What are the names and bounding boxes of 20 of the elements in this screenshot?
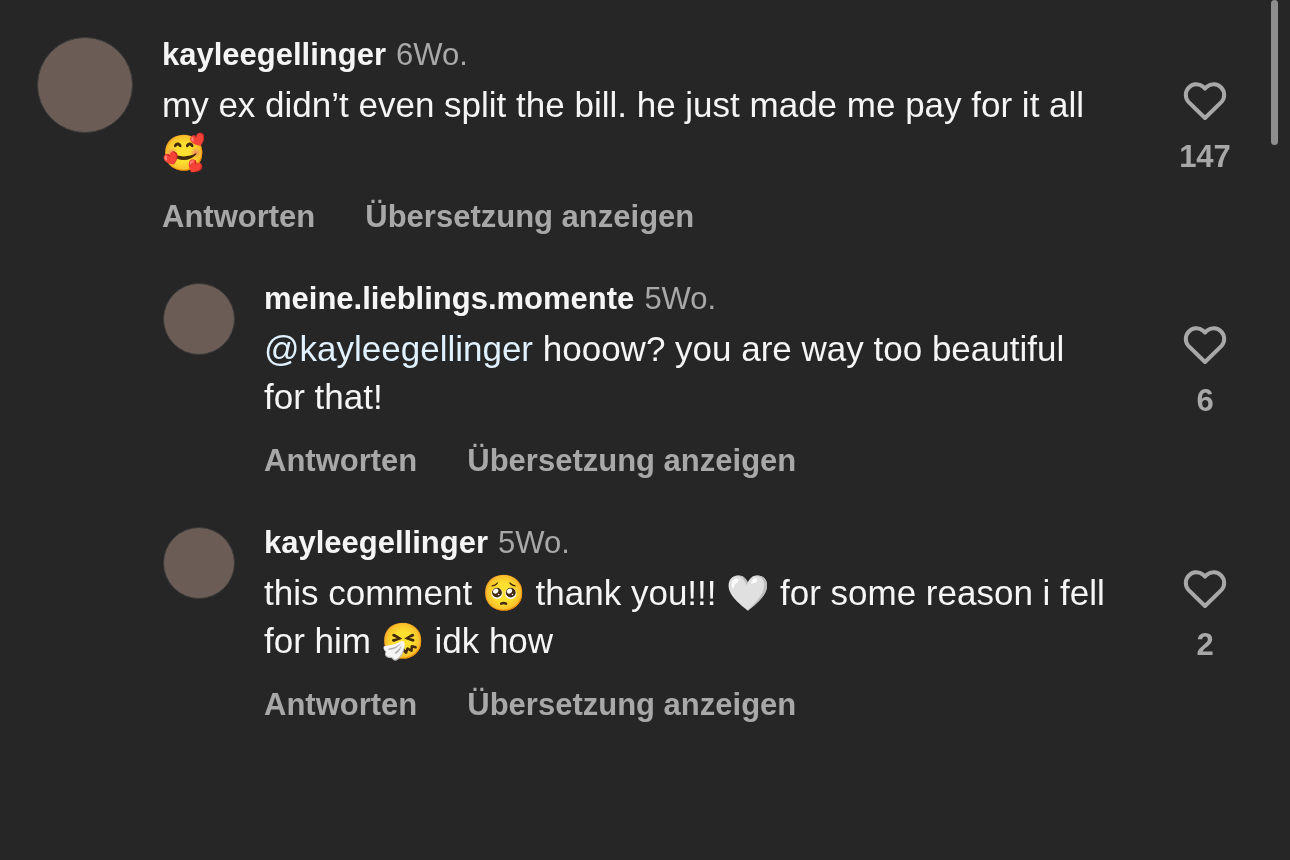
scrollbar[interactable] [1271,0,1278,145]
reply-button[interactable]: Antworten [264,687,418,723]
translate-button[interactable]: Übersetzung anzeigen [365,199,695,235]
translate-button[interactable]: Übersetzung anzeigen [467,443,797,479]
reply-button[interactable]: Antworten [264,443,418,479]
comment-time: 5Wo. [498,525,570,561]
comment-text: this comment 🥺 thank you!!! 🤍 for some reason i fell for him 🤧 idk how [264,572,1106,663]
like-count: 6 [1196,383,1214,419]
like-count: 2 [1196,627,1214,663]
comment-text: @kayleegellinger hooow? you are way too beautiful for that! [264,328,1066,418]
username[interactable]: kayleegellinger [264,525,488,561]
like-count: 147 [1179,139,1231,175]
username[interactable]: meine.lieblings.momente [264,281,635,317]
reply-button[interactable]: Antworten [162,199,316,235]
mention-link[interactable]: @kayleegellinger [264,329,533,368]
comment-time: 5Wo. [644,281,717,317]
comment-text: my ex didn’t even split the bill. he just made me pay for it all 🥰 [162,84,1086,175]
username[interactable]: kayleegellinger [162,37,386,73]
translate-button[interactable]: Übersetzung anzeigen [467,687,797,723]
comment-time: 6Wo. [396,37,468,73]
